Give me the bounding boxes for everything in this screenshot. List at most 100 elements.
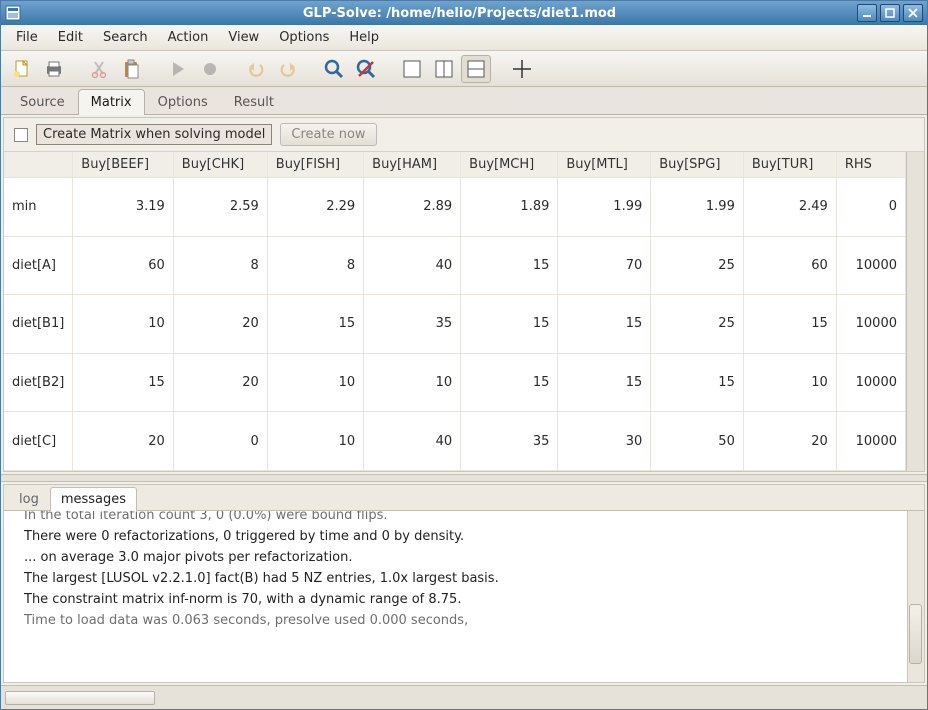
matrix-cell[interactable]: 10 <box>364 353 461 412</box>
matrix-col-8[interactable]: Buy[TUR] <box>743 152 836 178</box>
menu-search[interactable]: Search <box>94 27 157 48</box>
close-button[interactable] <box>903 4 923 22</box>
titlebar[interactable]: GLP-Solve: /home/helio/Projects/diet1.mo… <box>1 1 927 25</box>
splitter[interactable] <box>1 474 927 482</box>
tab-log[interactable]: log <box>8 487 50 511</box>
matrix-cell[interactable]: 2.49 <box>743 178 836 237</box>
redo-icon[interactable] <box>273 55 303 83</box>
table-row[interactable]: diet[B2]152010101515151010000 <box>4 353 906 412</box>
matrix-cell[interactable]: 20 <box>73 412 173 471</box>
matrix-cell[interactable]: 40 <box>364 412 461 471</box>
matrix-cell[interactable]: 15 <box>651 353 744 412</box>
matrix-cell[interactable]: 10 <box>743 353 836 412</box>
matrix-cell[interactable]: 25 <box>651 295 744 354</box>
matrix-col-3[interactable]: Buy[FISH] <box>267 152 363 178</box>
matrix-cell[interactable]: 15 <box>743 295 836 354</box>
matrix-cell[interactable]: 10000 <box>836 412 905 471</box>
undo-icon[interactable] <box>241 55 271 83</box>
zoom-icon[interactable] <box>319 55 349 83</box>
matrix-cell[interactable]: 0 <box>173 412 267 471</box>
zoom-clear-icon[interactable] <box>351 55 381 83</box>
messages-vscrollbar[interactable] <box>907 511 924 682</box>
matrix-cell[interactable]: 20 <box>743 412 836 471</box>
menu-options[interactable]: Options <box>270 27 338 48</box>
menu-action[interactable]: Action <box>159 27 218 48</box>
table-row[interactable]: diet[C]20010403530502010000 <box>4 412 906 471</box>
matrix-cell[interactable]: 70 <box>558 236 651 295</box>
table-row[interactable]: min3.192.592.292.891.891.991.992.490 <box>4 178 906 237</box>
matrix-cell[interactable]: 60 <box>743 236 836 295</box>
table-row[interactable]: diet[B1]102015351515251510000 <box>4 295 906 354</box>
matrix-header-row: Buy[BEEF]Buy[CHK]Buy[FISH]Buy[HAM]Buy[MC… <box>4 152 906 178</box>
print-icon[interactable] <box>39 55 69 83</box>
matrix-cell[interactable]: 35 <box>364 295 461 354</box>
matrix-cell[interactable]: 35 <box>461 412 558 471</box>
matrix-cell[interactable]: 25 <box>651 236 744 295</box>
matrix-cell[interactable]: 10000 <box>836 295 905 354</box>
matrix-cell[interactable]: 2.29 <box>267 178 363 237</box>
tab-matrix[interactable]: Matrix <box>78 89 145 115</box>
paste-icon[interactable] <box>117 55 147 83</box>
menu-file[interactable]: File <box>7 27 47 48</box>
tab-result[interactable]: Result <box>221 89 287 115</box>
matrix-col-5[interactable]: Buy[MCH] <box>461 152 558 178</box>
panel-single-icon[interactable] <box>397 55 427 83</box>
matrix-cell[interactable]: 15 <box>267 295 363 354</box>
play-icon[interactable] <box>163 55 193 83</box>
menu-help[interactable]: Help <box>340 27 388 48</box>
matrix-cell[interactable]: 15 <box>461 236 558 295</box>
maximize-button[interactable] <box>880 4 900 22</box>
cut-icon[interactable] <box>85 55 115 83</box>
matrix-cell[interactable]: 15 <box>73 353 173 412</box>
tab-source[interactable]: Source <box>7 89 78 115</box>
create-now-button[interactable]: Create now <box>280 123 376 146</box>
matrix-cell[interactable]: 8 <box>267 236 363 295</box>
menu-edit[interactable]: Edit <box>49 27 92 48</box>
matrix-cell[interactable]: 15 <box>461 295 558 354</box>
tab-messages[interactable]: messages <box>50 487 137 511</box>
matrix-cell[interactable]: 10 <box>73 295 173 354</box>
matrix-cell[interactable]: 20 <box>173 295 267 354</box>
matrix-cell[interactable]: 0 <box>836 178 905 237</box>
record-icon[interactable] <box>195 55 225 83</box>
matrix-col-2[interactable]: Buy[CHK] <box>173 152 267 178</box>
create-matrix-checkbox[interactable] <box>14 128 28 142</box>
matrix-cell[interactable]: 15 <box>461 353 558 412</box>
matrix-cell[interactable]: 15 <box>558 295 651 354</box>
scrollbar-thumb[interactable] <box>909 604 922 664</box>
minimize-button[interactable] <box>857 4 877 22</box>
menu-view[interactable]: View <box>219 27 268 48</box>
matrix-cell[interactable]: 10000 <box>836 353 905 412</box>
matrix-cell[interactable]: 10 <box>267 353 363 412</box>
matrix-col-4[interactable]: Buy[HAM] <box>364 152 461 178</box>
matrix-cell[interactable]: 1.99 <box>558 178 651 237</box>
matrix-cell[interactable]: 8 <box>173 236 267 295</box>
new-file-icon[interactable] <box>7 55 37 83</box>
matrix-col-0[interactable] <box>4 152 73 178</box>
matrix-cell[interactable]: 2.89 <box>364 178 461 237</box>
matrix-col-7[interactable]: Buy[SPG] <box>651 152 744 178</box>
matrix-cell[interactable]: 60 <box>73 236 173 295</box>
matrix-cell[interactable]: 3.19 <box>73 178 173 237</box>
matrix-cell[interactable]: 1.89 <box>461 178 558 237</box>
crosshair-icon[interactable] <box>507 55 537 83</box>
matrix-cell[interactable]: 30 <box>558 412 651 471</box>
matrix-cell[interactable]: 20 <box>173 353 267 412</box>
panel-split-icon[interactable] <box>429 55 459 83</box>
matrix-cell[interactable]: 15 <box>558 353 651 412</box>
matrix-cell[interactable]: 50 <box>651 412 744 471</box>
matrix-vscrollbar[interactable] <box>906 152 924 471</box>
matrix-cell[interactable]: 40 <box>364 236 461 295</box>
matrix-cell[interactable]: 1.99 <box>651 178 744 237</box>
matrix-col-9[interactable]: RHS <box>836 152 905 178</box>
messages-body[interactable]: In the total iteration count 3, 0 (0.0%)… <box>4 511 924 682</box>
panel-three-icon[interactable] <box>461 55 491 83</box>
matrix-table[interactable]: Buy[BEEF]Buy[CHK]Buy[FISH]Buy[HAM]Buy[MC… <box>4 152 906 471</box>
matrix-cell[interactable]: 10000 <box>836 236 905 295</box>
matrix-cell[interactable]: 2.59 <box>173 178 267 237</box>
table-row[interactable]: diet[A]6088401570256010000 <box>4 236 906 295</box>
matrix-col-1[interactable]: Buy[BEEF] <box>73 152 173 178</box>
matrix-cell[interactable]: 10 <box>267 412 363 471</box>
matrix-col-6[interactable]: Buy[MTL] <box>558 152 651 178</box>
tab-options[interactable]: Options <box>145 89 221 115</box>
